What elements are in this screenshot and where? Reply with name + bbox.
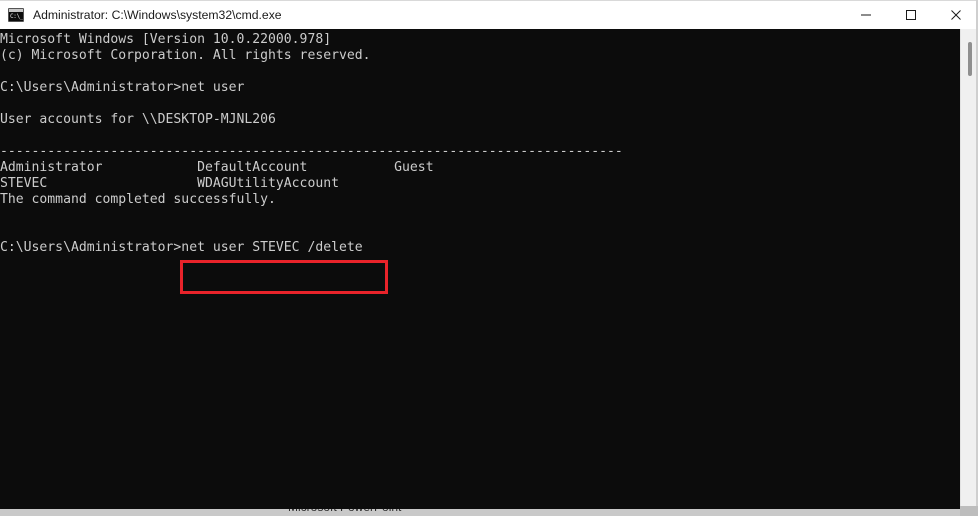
- title-bar[interactable]: ··· C:\_ Administrator: C:\Windows\syste…: [0, 0, 978, 29]
- cmd-console-icon: ··· C:\_: [8, 8, 24, 22]
- console-output-area[interactable]: Microsoft Windows [Version 10.0.22000.97…: [0, 29, 978, 516]
- maximize-button[interactable]: [888, 1, 933, 30]
- highlighted-command-box: [180, 260, 388, 294]
- close-button[interactable]: [933, 1, 978, 30]
- minimize-button[interactable]: [843, 1, 888, 30]
- background-window-title: Microsoft PowerPoint: [288, 509, 401, 514]
- window-title: Administrator: C:\Windows\system32\cmd.e…: [33, 8, 282, 22]
- background-window-strip: Microsoft PowerPoint: [0, 509, 960, 516]
- console-text: Microsoft Windows [Version 10.0.22000.97…: [0, 32, 623, 255]
- window-controls: [843, 1, 978, 30]
- cmd-icon-prompt-glyph: C:\_: [10, 13, 24, 20]
- title-bar-left: ··· C:\_ Administrator: C:\Windows\syste…: [0, 8, 843, 22]
- cmd-window: ··· C:\_ Administrator: C:\Windows\syste…: [0, 0, 978, 516]
- window-corner-shadow: [960, 506, 978, 516]
- scrollbar-thumb[interactable]: [968, 42, 972, 76]
